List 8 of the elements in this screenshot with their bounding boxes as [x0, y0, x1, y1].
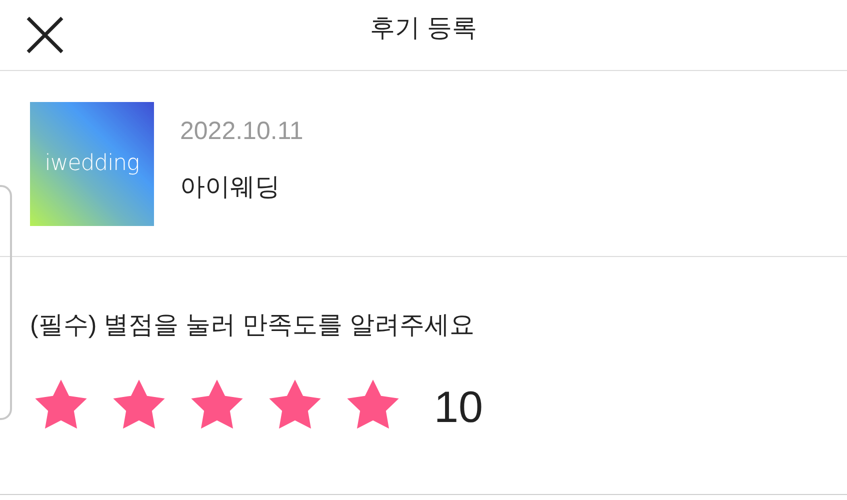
rating-score: 10 [434, 382, 483, 434]
close-icon [26, 16, 64, 54]
page-title: 후기 등록 [370, 13, 477, 44]
rating-prompt: (필수) 별점을 눌러 만족도를 알려주세요 [30, 310, 476, 341]
product-name: 아이웨딩 [180, 172, 281, 202]
close-button[interactable] [24, 14, 66, 56]
review-date: 2022.10.11 [180, 116, 304, 147]
brand-logo: iwedding [30, 102, 154, 226]
